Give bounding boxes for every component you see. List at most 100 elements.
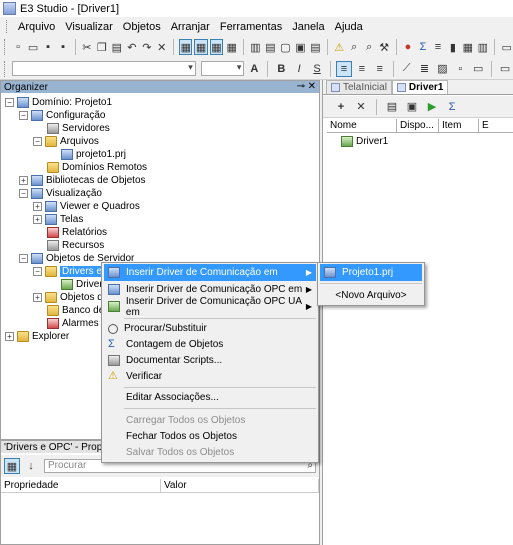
sigma-icon[interactable]: Σ [416,39,429,55]
tree-node-bibliotecas[interactable]: + Bibliotecas de Objetos [19,174,146,187]
italic-icon[interactable]: I [291,61,307,77]
view-organizer-icon[interactable]: ▦ [179,39,193,55]
col-e[interactable]: E [479,119,513,132]
tree-node-alarmes[interactable]: Alarmes [47,317,99,330]
undo-icon[interactable]: ↶ [125,39,138,55]
tree-node-projeto1[interactable]: projeto1.prj [61,148,126,161]
close-icon[interactable]: ✕ [308,81,316,92]
expand-icon[interactable]: + [19,176,28,185]
bold-icon[interactable]: B [273,61,289,77]
menu-item-fechar-todos[interactable]: Fechar Todos os Objetos [104,428,316,445]
menu-item-inserir-driver[interactable]: Inserir Driver de Comunicação em ▶ [104,264,316,281]
collapse-icon[interactable]: − [19,254,28,263]
tools-icon[interactable]: ⚒ [378,39,391,55]
sort-az-icon[interactable]: ↓ [23,458,39,474]
menu-item-inserir-opc-ua[interactable]: Inserir Driver de Comunicação OPC UA em … [104,296,316,318]
menu-visualizar[interactable]: Visualizar [60,21,118,33]
delete-icon[interactable]: ✕ [155,39,168,55]
menu-item-editar-associacoes[interactable]: Editar Associações... [104,389,316,406]
border-icon[interactable]: ▭ [470,61,486,77]
tree-node-banco-de[interactable]: Banco de [47,304,104,317]
col-valor[interactable]: Valor [161,479,319,492]
tree-node-configuracao[interactable]: − Configuração [19,109,105,122]
play-icon[interactable]: ▶ [424,99,440,115]
pin-icon[interactable]: ⊸ [297,81,305,92]
tree-node-arquivos[interactable]: − Arquivos [33,135,99,148]
tree-node-visualizacao[interactable]: − Visualização [19,187,102,200]
collapse-icon[interactable]: − [19,111,28,120]
chart-icon[interactable]: ▥ [476,39,489,55]
list-icon[interactable]: ≡ [431,39,444,55]
copy-icon[interactable]: ❐ [95,39,108,55]
config-icon[interactable]: ▣ [404,99,420,115]
print-icon[interactable]: ▭ [500,39,513,55]
tree-node-telas[interactable]: + Telas [33,213,83,226]
menu-item-documentar[interactable]: Documentar Scripts... [104,352,316,369]
save-all-icon[interactable]: ▪ [57,39,70,55]
list-item[interactable]: Driver1 [341,135,388,148]
collapse-icon[interactable]: − [33,137,42,146]
menu-ferramentas[interactable]: Ferramentas [215,21,287,33]
paste-icon[interactable]: ▤ [110,39,123,55]
properties-icon[interactable]: ▤ [384,99,400,115]
layout-icon[interactable]: ▤ [309,39,322,55]
expand-icon[interactable]: + [33,215,42,224]
collapse-icon[interactable]: − [33,267,42,276]
expand-icon[interactable]: + [5,332,14,341]
replace-icon[interactable]: ⌕ [363,39,376,55]
tree-node-relatorios[interactable]: Relatórios [47,226,107,239]
shadow-icon[interactable]: ▫ [452,61,468,77]
menu-ajuda[interactable]: Ajuda [330,21,368,33]
expand-icon[interactable]: + [33,202,42,211]
color-icon[interactable]: ● [401,39,414,55]
font-combo[interactable] [11,61,196,76]
menu-janela[interactable]: Janela [287,21,329,33]
col-dispositivo[interactable]: Dispo... [397,119,439,132]
table-icon[interactable]: ▤ [264,39,277,55]
redo-icon[interactable]: ↷ [140,39,153,55]
align-icon[interactable]: ▥ [249,39,262,55]
line-style-icon[interactable]: ⟋ [399,61,415,77]
tree-node-dominios-remotos[interactable]: Domínios Remotos [47,161,147,174]
view-grid-icon[interactable]: ▦ [225,39,238,55]
align-center-icon[interactable]: ≡ [354,61,370,77]
align-left-icon[interactable]: ≡ [336,60,352,77]
tree-node-recursos[interactable]: Recursos [47,239,104,252]
fill-icon[interactable]: ▨ [434,61,450,77]
view-properties-icon[interactable]: ▦ [194,39,208,55]
col-item[interactable]: Item [439,119,479,132]
tab-driver1[interactable]: Driver1 [391,80,449,94]
col-nome[interactable]: Nome [327,119,397,132]
new-file-icon[interactable]: ▫ [12,39,25,55]
font-color-icon[interactable]: A [246,61,262,77]
tab-telainicial[interactable]: TelaInicial [326,80,392,94]
warning-icon[interactable]: ⚠ [333,39,346,55]
grid-icon[interactable]: ▦ [461,39,474,55]
tree-node-explorer[interactable]: + Explorer [5,330,69,343]
menu-item-verificar[interactable]: ⚠ Verificar [104,368,316,385]
open-folder-icon[interactable]: ▭ [27,39,40,55]
tree-node-servidores[interactable]: Servidores [47,122,110,135]
tree-node-viewer[interactable]: + Viewer e Quadros [33,200,140,213]
add-icon[interactable]: + [333,99,349,115]
find-icon[interactable]: ⌕ [348,39,361,55]
submenu-item-novo-arquivo[interactable]: <Novo Arquivo> [320,287,422,304]
menu-item-procurar[interactable]: Procurar/Substituir [104,320,316,337]
expand-icon[interactable]: + [33,293,42,302]
collapse-icon[interactable]: − [19,189,28,198]
categorized-icon[interactable]: ▦ [4,458,20,474]
sigma-icon[interactable]: Σ [444,99,460,115]
save-icon[interactable]: ▪ [42,39,55,55]
menu-objetos[interactable]: Objetos [118,21,166,33]
window-icon[interactable]: ▢ [279,39,292,55]
tree-node-objetos-de[interactable]: + Objetos de [33,291,108,304]
book-icon[interactable]: ▮ [446,39,459,55]
underline-icon[interactable]: S [309,61,325,77]
cut-icon[interactable]: ✂ [80,39,93,55]
submenu-item-projeto1[interactable]: Projeto1.prj [320,264,422,281]
collapse-icon[interactable]: − [5,98,14,107]
menu-arquivo[interactable]: Arquivo [13,21,60,33]
align-right-icon[interactable]: ≡ [372,61,388,77]
menu-item-contagem[interactable]: Σ Contagem de Objetos [104,336,316,353]
tree-node-dominio[interactable]: − Domínio: Projeto1 [5,96,112,109]
